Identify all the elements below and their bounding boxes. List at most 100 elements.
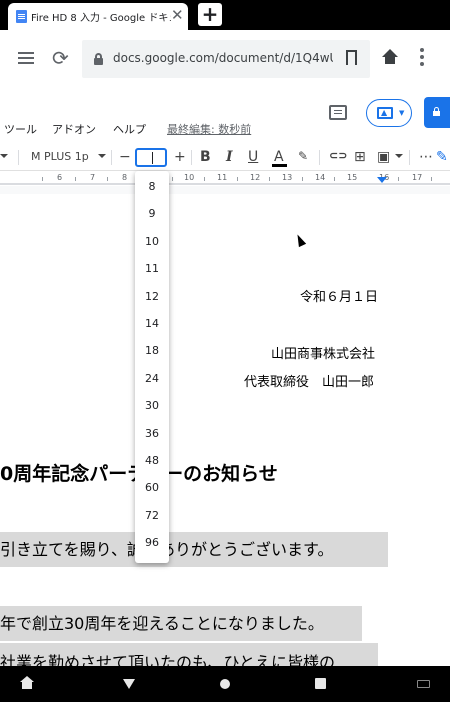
- ruler-label: 8: [122, 173, 128, 182]
- ruler-tick: [237, 177, 238, 181]
- document-page[interactable]: 令和６月１日 山田商事株式会社 代表取締役 山田一郎 0周年記念パーティーのお知…: [0, 194, 450, 666]
- google-docs-favicon-icon: [16, 10, 27, 23]
- font-size-option[interactable]: 14: [135, 317, 169, 330]
- link-icon[interactable]: ⊂⊃: [329, 149, 347, 162]
- font-size-option[interactable]: 12: [135, 290, 169, 303]
- share-button[interactable]: [424, 97, 450, 128]
- font-size-dropdown: 8 9 10 11 12 14 18 24 30 36 48 60 72 96: [135, 171, 169, 563]
- keyboard-icon[interactable]: [417, 680, 430, 688]
- url-text: docs.google.com/document/d/1Q4wUYP4: [113, 51, 333, 65]
- ruler-label: 10: [184, 173, 195, 182]
- toolbar-divider: [111, 150, 112, 165]
- font-size-option[interactable]: 72: [135, 509, 169, 522]
- ruler-label: 15: [347, 173, 358, 182]
- font-size-option[interactable]: 36: [135, 427, 169, 440]
- font-size-option[interactable]: 96: [135, 536, 169, 549]
- font-size-option[interactable]: 48: [135, 454, 169, 467]
- text-color-letter: A: [274, 149, 284, 165]
- font-size-input[interactable]: [135, 148, 167, 167]
- home-circle-icon[interactable]: [220, 679, 230, 689]
- browser-tab-strip: Fire HD 8 入力 - Google ドキュメ ✕ +: [0, 0, 450, 30]
- tab-close-icon[interactable]: ✕: [171, 6, 184, 24]
- toolbar-divider: [18, 150, 19, 165]
- font-size-option[interactable]: 30: [135, 399, 169, 412]
- last-edit-link[interactable]: 最終編集: 数秒前: [167, 121, 251, 137]
- font-dropdown-chevron-icon[interactable]: [98, 154, 106, 158]
- menu-tools[interactable]: ツール: [4, 121, 37, 137]
- address-bar[interactable]: docs.google.com/document/d/1Q4wUYP4: [82, 40, 370, 78]
- browser-toolbar: ⟳ docs.google.com/document/d/1Q4wUYP4: [0, 30, 450, 87]
- increase-font-size-button[interactable]: +: [174, 149, 186, 165]
- text-cursor: [152, 152, 153, 164]
- highlight-pen-icon[interactable]: ✎: [298, 149, 308, 163]
- edit-mode-pencil-icon[interactable]: ✎: [436, 149, 448, 165]
- chevron-down-icon: ▼: [399, 109, 405, 117]
- toolbar-divider: [409, 150, 410, 165]
- present-button[interactable]: ▲ ▼: [366, 99, 412, 127]
- text-color-swatch: [272, 164, 287, 167]
- browser-tab[interactable]: Fire HD 8 入力 - Google ドキュメ ✕: [8, 3, 188, 30]
- ruler-tick: [172, 177, 173, 181]
- present-arrow-icon: ▲: [381, 108, 388, 117]
- insert-image-icon[interactable]: ▣: [377, 149, 390, 165]
- ruler-tick: [269, 177, 270, 181]
- more-options-icon[interactable]: ⋯: [419, 149, 433, 165]
- underline-button[interactable]: U: [248, 149, 258, 165]
- menu-help[interactable]: ヘルプ: [113, 121, 146, 137]
- ruler-margin-band: [0, 183, 450, 185]
- ruler-tick: [204, 177, 205, 181]
- doc-paragraph-1: 引き立てを賜り、誠にありがとうございます。: [0, 532, 388, 567]
- ruler-label: 6: [57, 173, 63, 182]
- style-dropdown-chevron-icon[interactable]: [0, 154, 8, 158]
- italic-button[interactable]: I: [226, 149, 233, 165]
- doc-date: 令和６月１日: [300, 290, 379, 305]
- document-canvas: 令和６月１日 山田商事株式会社 代表取締役 山田一郎 0周年記念パーティーのお知…: [0, 186, 450, 666]
- ruler-tick: [42, 177, 43, 181]
- ruler-tick: [107, 177, 108, 181]
- ruler-tick: [75, 177, 76, 181]
- font-size-option[interactable]: 60: [135, 481, 169, 494]
- image-dropdown-chevron-icon[interactable]: [395, 154, 403, 158]
- decrease-font-size-button[interactable]: −: [119, 149, 131, 165]
- ruler-label: 13: [282, 173, 293, 182]
- bold-button[interactable]: B: [200, 149, 211, 165]
- ruler: 6 7 8 9 10 11 12 13 14 15 16 17: [0, 172, 450, 186]
- lock-icon: [94, 53, 103, 65]
- docs-header: ▲ ▼ ツール アドオン ヘルプ 最終編集: 数秒前: [0, 87, 450, 144]
- ruler-label: 7: [90, 173, 96, 182]
- launcher-home-icon[interactable]: [20, 676, 34, 690]
- ruler-label: 11: [217, 173, 228, 182]
- doc-paragraph-2: 年で創立30周年を迎えることになりました。: [0, 606, 362, 641]
- ruler-label: 14: [315, 173, 326, 182]
- font-size-option[interactable]: 8: [135, 180, 169, 193]
- ruler-tick: [334, 177, 335, 181]
- hamburger-menu-icon[interactable]: [18, 52, 34, 64]
- font-size-option[interactable]: 9: [135, 207, 169, 220]
- more-vertical-icon[interactable]: [420, 48, 424, 66]
- font-name-select[interactable]: M PLUS 1p: [31, 150, 89, 163]
- new-tab-button[interactable]: +: [198, 3, 222, 26]
- menu-addons[interactable]: アドオン: [52, 121, 96, 137]
- text-color-button[interactable]: A: [272, 149, 287, 167]
- system-navigation-bar: [0, 666, 450, 702]
- doc-signatory: 代表取締役 山田一郎: [244, 375, 375, 390]
- font-size-option[interactable]: 11: [135, 262, 169, 275]
- font-size-option[interactable]: 18: [135, 344, 169, 357]
- back-icon[interactable]: [123, 679, 135, 689]
- format-toolbar: M PLUS 1p − + B I U A ✎ ⊂⊃ ⊞ ▣ ⋯ ✎: [0, 144, 450, 171]
- ruler-tick: [302, 177, 303, 181]
- font-size-option[interactable]: 24: [135, 372, 169, 385]
- font-size-option[interactable]: 10: [135, 235, 169, 248]
- ruler-tick: [398, 177, 399, 181]
- home-icon[interactable]: [382, 49, 398, 65]
- share-lock-icon: [433, 107, 440, 116]
- doc-paragraph-3: 社業を勤めさせて頂いたのも、ひとえに皆様の: [0, 643, 378, 666]
- reload-icon[interactable]: ⟳: [52, 46, 69, 70]
- comment-icon[interactable]: [329, 105, 347, 120]
- bookmark-icon[interactable]: [346, 50, 357, 66]
- doc-company: 山田商事株式会社: [271, 347, 376, 362]
- recent-apps-icon[interactable]: [315, 678, 326, 689]
- add-comment-icon[interactable]: ⊞: [354, 149, 366, 165]
- ruler-label: 17: [412, 173, 423, 182]
- toolbar-divider: [191, 150, 192, 165]
